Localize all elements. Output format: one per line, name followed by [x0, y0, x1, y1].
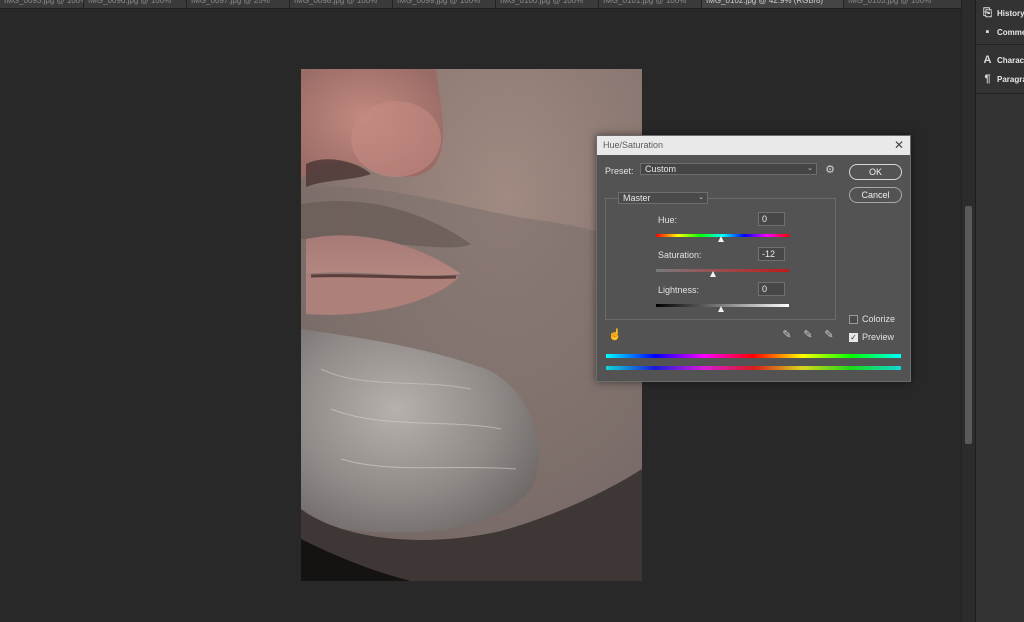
- preset-select[interactable]: Custom ⌄: [640, 163, 817, 175]
- document-tab[interactable]: IMG_0093.jpg @ 100%: [0, 0, 84, 8]
- channel-select[interactable]: Master ⌄: [618, 192, 708, 204]
- targeted-adjustment-hand-icon[interactable]: ☝: [608, 328, 622, 342]
- preview-checkbox[interactable]: ✓: [849, 333, 858, 342]
- document-tab-bar: IMG_0093.jpg @ 100% IMG_0096.jpg @ 100% …: [0, 0, 962, 9]
- input-color-bar: [606, 354, 901, 358]
- panel-character[interactable]: A Characte: [982, 52, 1024, 68]
- document-tab[interactable]: IMG_0100.jpg @ 100%: [496, 0, 599, 8]
- canvas-image: [301, 69, 642, 581]
- panel-history[interactable]: ⎘ History: [982, 5, 1024, 21]
- close-icon[interactable]: ✕: [892, 138, 906, 152]
- preset-value: Custom: [645, 164, 677, 174]
- character-icon: A: [983, 53, 992, 66]
- vertical-scrollbar[interactable]: [961, 0, 976, 622]
- document-tab[interactable]: IMG_0098.jpg @ 100%: [290, 0, 393, 8]
- saturation-input[interactable]: -12: [758, 247, 785, 261]
- document-tab[interactable]: IMG_0101.jpg @ 100%: [599, 0, 702, 8]
- colorize-label: Colorize: [862, 314, 896, 324]
- scrollbar-thumb[interactable]: [965, 206, 972, 444]
- lightness-label: Lightness:: [658, 285, 700, 295]
- panel-comments-label: Comme: [997, 27, 1024, 37]
- panel-divider: [976, 44, 1024, 45]
- hue-saturation-dialog: Hue/Saturation ✕ Preset: Custom ⌄ ⚙ OK C…: [596, 135, 911, 382]
- panel-paragraph-label: Paragra: [997, 74, 1024, 84]
- paragraph-icon: ¶: [984, 72, 991, 85]
- cancel-button[interactable]: Cancel: [849, 187, 902, 203]
- dialog-title: Hue/Saturation: [597, 136, 910, 155]
- document-tab[interactable]: IMG_0103.jpg @ 100%: [844, 0, 962, 8]
- panel-character-label: Characte: [997, 55, 1024, 65]
- hue-label: Hue:: [658, 215, 678, 225]
- panel-paragraph[interactable]: ¶ Paragra: [982, 71, 1024, 87]
- document-tab[interactable]: IMG_0097.jpg @ 25%: [187, 0, 290, 8]
- saturation-slider-track[interactable]: [656, 269, 789, 272]
- comments-icon: ▪: [985, 25, 990, 38]
- chevron-down-icon: ⌄: [698, 194, 704, 201]
- eyedropper-plus-icon[interactable]: ✎: [801, 328, 815, 342]
- preview-label: Preview: [862, 332, 895, 342]
- adjustment-group: [605, 198, 836, 320]
- hue-slider-thumb[interactable]: [718, 236, 724, 242]
- gear-icon[interactable]: ⚙: [823, 163, 837, 177]
- eyedropper-icon[interactable]: ✎: [780, 328, 794, 342]
- document-tab[interactable]: IMG_0099.jpg @ 100%: [393, 0, 496, 8]
- portrait-photo: [301, 69, 642, 581]
- output-color-bar: [606, 366, 901, 370]
- panel-comments[interactable]: ▪ Comme: [982, 24, 1024, 40]
- colorize-checkbox[interactable]: [849, 315, 858, 324]
- saturation-slider-thumb[interactable]: [710, 271, 716, 277]
- lightness-input[interactable]: 0: [758, 282, 785, 296]
- right-panel-dock: ⎘ History ▪ Comme A Characte ¶ Paragra: [975, 0, 1024, 622]
- channel-value: Master: [623, 193, 651, 203]
- preset-label: Preset:: [605, 166, 634, 176]
- panel-history-label: History: [997, 8, 1024, 18]
- eyedropper-minus-icon[interactable]: ✎: [822, 328, 836, 342]
- ok-button[interactable]: OK: [849, 164, 902, 180]
- history-icon: ⎘: [983, 6, 992, 19]
- chevron-down-icon: ⌄: [807, 165, 813, 172]
- panel-divider: [976, 93, 1024, 94]
- document-tab[interactable]: IMG_0096.jpg @ 100%: [84, 0, 187, 8]
- document-tab-active[interactable]: IMG_0102.jpg @ 42.9% (RGB/8): [702, 0, 844, 8]
- hue-input[interactable]: 0: [758, 212, 785, 226]
- saturation-label: Saturation:: [658, 250, 702, 260]
- lightness-slider-thumb[interactable]: [718, 306, 724, 312]
